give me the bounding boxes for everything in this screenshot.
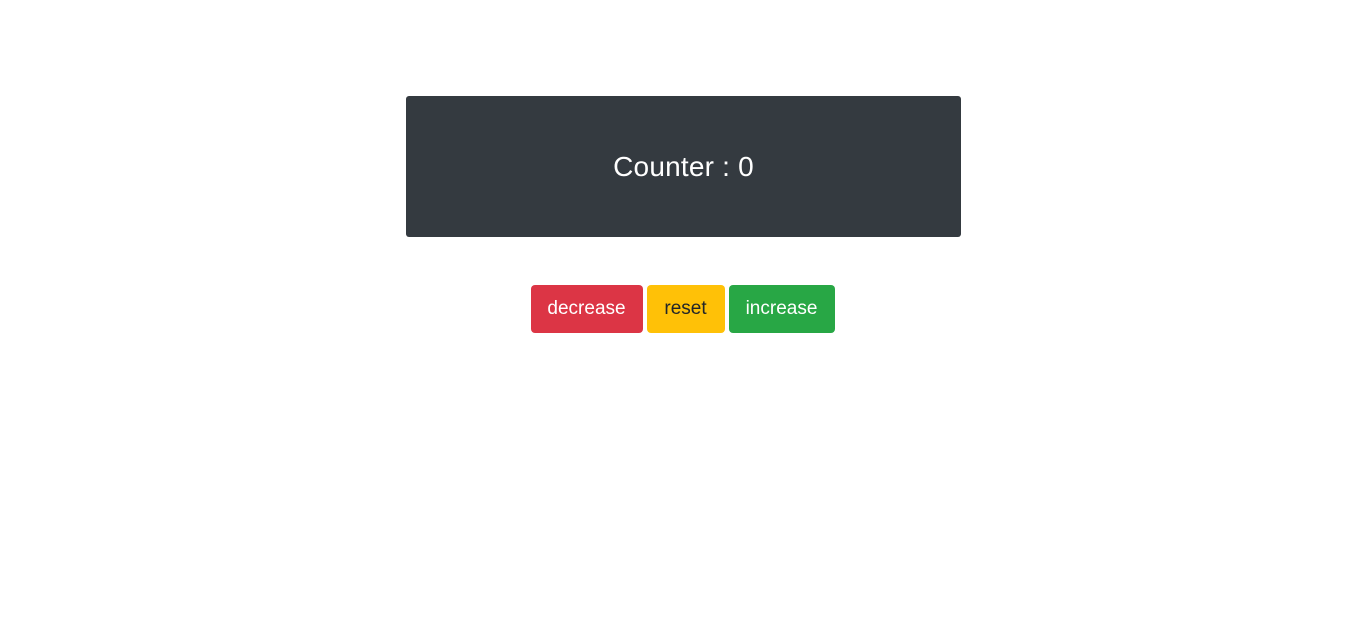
page: Counter : 0 decrease reset increase	[0, 0, 1365, 621]
counter-value: 0	[738, 150, 754, 182]
decrease-button[interactable]: decrease	[530, 285, 643, 333]
counter-separator: :	[714, 150, 739, 182]
counter-label: Counter	[613, 150, 715, 182]
reset-button[interactable]: reset	[646, 285, 725, 333]
button-row: decrease reset increase	[0, 285, 1365, 333]
counter-display: Counter : 0	[613, 151, 754, 183]
counter-panel: Counter : 0	[406, 96, 961, 237]
increase-button[interactable]: increase	[728, 285, 835, 333]
